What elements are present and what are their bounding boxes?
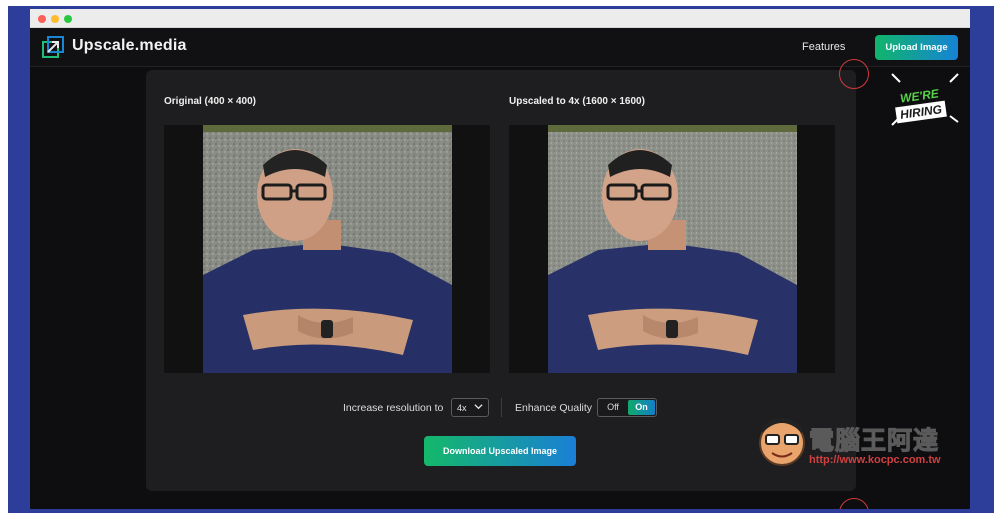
original-title: Original (400 × 400) — [164, 96, 256, 107]
window-titlebar — [30, 9, 970, 28]
hiring-badge[interactable]: WE'RE HIRING — [890, 72, 960, 127]
upscaled-image-pane — [509, 125, 835, 373]
upload-image-button[interactable]: Upload Image — [875, 35, 958, 60]
nav-features-link[interactable]: Features — [802, 41, 845, 53]
logo-text[interactable]: Upscale.media — [72, 37, 187, 55]
chevron-down-icon — [474, 404, 483, 410]
upscaled-photo — [548, 125, 797, 373]
window-zoom-button[interactable] — [64, 15, 72, 23]
app-header: Upscale.media Features Upload Image — [30, 28, 970, 67]
window-minimize-button[interactable] — [51, 15, 59, 23]
close-modal-button[interactable] — [839, 59, 869, 89]
original-image-pane — [164, 125, 490, 373]
watermark-title: 電腦王阿達 — [808, 426, 940, 456]
upscaled-title: Upscaled to 4x (1600 × 1600) — [509, 96, 645, 107]
toggle-off-option[interactable]: Off — [599, 400, 627, 415]
resolution-value: 4x — [457, 403, 467, 413]
enhance-quality-toggle[interactable]: Off On — [597, 398, 657, 417]
resolution-label: Increase resolution to — [343, 402, 444, 414]
controls-divider — [501, 398, 502, 417]
watermark-url: http://www.kocpc.com.tw — [809, 454, 941, 466]
toggle-on-option[interactable]: On — [628, 400, 655, 415]
site-watermark: 電腦王阿達 http://www.kocpc.com.tw — [757, 413, 972, 473]
resolution-select[interactable]: 4x — [451, 398, 489, 417]
upscale-controls: Increase resolution to 4x Enhance Qualit… — [146, 398, 856, 418]
upscale-arrow-icon[interactable] — [42, 36, 64, 58]
enhance-quality-label: Enhance Quality — [515, 402, 593, 414]
window-close-button[interactable] — [38, 15, 46, 23]
comparison-modal: Original (400 × 400) Upscaled to 4x (160… — [146, 70, 856, 491]
download-upscaled-button[interactable]: Download Upscaled Image — [424, 436, 576, 466]
mascot-face-icon — [759, 418, 805, 466]
original-photo — [203, 125, 452, 373]
